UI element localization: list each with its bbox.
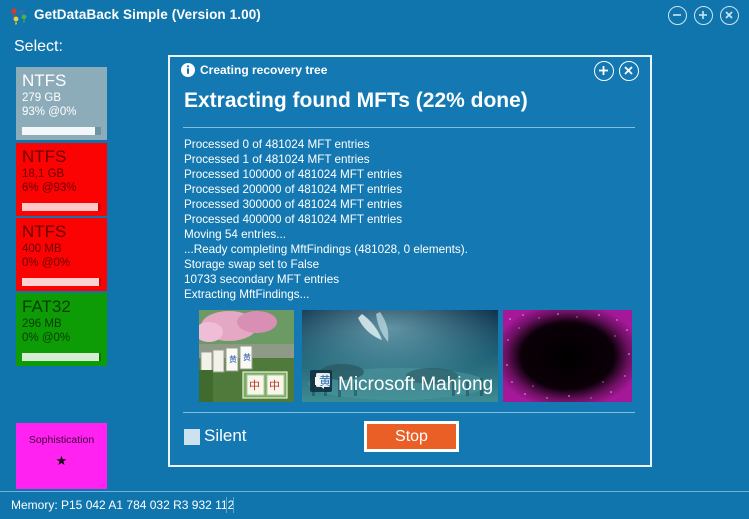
thumbnail-mahjong-garden[interactable]: 黄 黄 中 中 bbox=[199, 310, 294, 402]
minimize-button[interactable] bbox=[668, 6, 687, 25]
silent-label: Silent bbox=[204, 426, 247, 445]
log-line: Processed 1 of 481024 MFT entries bbox=[184, 153, 370, 166]
log-line: Processed 200000 of 481024 MFT entries bbox=[184, 183, 403, 196]
svg-text:黄: 黄 bbox=[319, 374, 331, 388]
drive-size: 279 GB bbox=[22, 92, 61, 104]
dialog-controls: Silent Stop bbox=[170, 419, 650, 465]
title-bar: GetDataBack Simple (Version 1.00) bbox=[0, 0, 749, 31]
silent-checkbox[interactable] bbox=[184, 429, 200, 445]
thumbnail-dark-purple[interactable] bbox=[503, 310, 632, 402]
svg-text:中: 中 bbox=[249, 379, 260, 392]
drive-progress-bar bbox=[22, 353, 101, 361]
drive-progress-fill bbox=[22, 203, 98, 211]
memory-status-text: Memory: P15 042 A1 784 032 R3 932 112 bbox=[11, 498, 235, 512]
thumbnail-microsoft-mahjong[interactable]: 黄 Microsoft Mahjong bbox=[302, 310, 498, 402]
dialog-header: Creating recovery tree bbox=[170, 57, 650, 86]
drive-size: 400 MB bbox=[22, 243, 62, 255]
separator-top bbox=[183, 127, 635, 128]
close-button[interactable] bbox=[720, 6, 739, 25]
log-line: ...Ready completing MftFindings (481028,… bbox=[184, 243, 468, 256]
log-line: Storage swap set to False bbox=[184, 258, 320, 271]
application-window: GetDataBack Simple (Version 1.00) Select… bbox=[0, 0, 749, 519]
drive-tile-3[interactable]: FAT32 296 MB 0% @0% bbox=[16, 293, 107, 366]
status-bar: Memory: P15 042 A1 784 032 R3 932 112 bbox=[0, 491, 749, 519]
drive-filesystem: NTFS bbox=[22, 222, 67, 241]
log-list: Processed 0 of 481024 MFT entries Process… bbox=[184, 137, 636, 302]
svg-text:中: 中 bbox=[269, 379, 280, 392]
svg-text:黄: 黄 bbox=[229, 354, 237, 364]
log-line: Processed 100000 of 481024 MFT entries bbox=[184, 168, 403, 181]
drive-progress-bar bbox=[22, 127, 101, 135]
drive-tile-1[interactable]: NTFS 18,1 GB 6% @93% bbox=[16, 143, 107, 216]
drive-filesystem: NTFS bbox=[22, 71, 67, 90]
maximize-button[interactable] bbox=[694, 6, 713, 25]
svg-text:黄: 黄 bbox=[243, 352, 251, 362]
drive-filesystem: NTFS bbox=[22, 147, 67, 166]
drive-progress-bar bbox=[22, 203, 101, 211]
sophistication-tile[interactable]: Sophistication ★ bbox=[16, 423, 107, 489]
drive-tile-0[interactable]: NTFS 279 GB 93% @0% bbox=[16, 67, 107, 140]
log-line: Processed 0 of 481024 MFT entries bbox=[184, 138, 370, 151]
log-line: 10733 secondary MFT entries bbox=[184, 273, 340, 286]
drive-size: 296 MB bbox=[22, 318, 62, 330]
svg-text:Microsoft Mahjong: Microsoft Mahjong bbox=[338, 374, 493, 395]
drive-tile-2[interactable]: NTFS 400 MB 0% @0% bbox=[16, 218, 107, 291]
log-line: Extracting MftFindings... bbox=[184, 288, 310, 301]
drive-percent: 93% @0% bbox=[22, 106, 77, 118]
pushpins-icon bbox=[9, 7, 29, 25]
drive-progress-fill bbox=[22, 278, 99, 286]
info-icon bbox=[181, 63, 195, 77]
select-label: Select: bbox=[14, 38, 63, 55]
window-title: GetDataBack Simple (Version 1.00) bbox=[34, 7, 261, 22]
drive-size: 18,1 GB bbox=[22, 168, 65, 180]
progress-dialog: Creating recovery tree Extracting found … bbox=[168, 55, 652, 467]
log-line: Moving 54 entries... bbox=[184, 228, 286, 241]
drive-percent: 0% @0% bbox=[22, 257, 71, 269]
star-icon: ★ bbox=[55, 453, 68, 468]
sophistication-label: Sophistication bbox=[28, 434, 95, 446]
drive-progress-bar bbox=[22, 278, 101, 286]
status-separator bbox=[226, 497, 234, 513]
dialog-expand-button[interactable] bbox=[594, 61, 614, 81]
drive-percent: 0% @0% bbox=[22, 332, 71, 344]
drive-progress-fill bbox=[22, 127, 96, 135]
stop-button[interactable]: Stop bbox=[364, 421, 459, 452]
log-line: Processed 400000 of 481024 MFT entries bbox=[184, 213, 403, 226]
thumbnail-strip: 黄 黄 中 中 黄 Microsoft Mahjong bbox=[184, 310, 636, 402]
log-line: Processed 300000 of 481024 MFT entries bbox=[184, 198, 403, 211]
separator-bottom bbox=[183, 412, 635, 413]
drive-filesystem: FAT32 bbox=[22, 297, 71, 316]
drive-progress-fill bbox=[22, 353, 100, 361]
dialog-close-button[interactable] bbox=[619, 61, 639, 81]
drive-percent: 6% @93% bbox=[22, 182, 77, 194]
dialog-title: Creating recovery tree bbox=[200, 63, 328, 77]
dialog-heading: Extracting found MFTs (22% done) bbox=[184, 89, 528, 112]
